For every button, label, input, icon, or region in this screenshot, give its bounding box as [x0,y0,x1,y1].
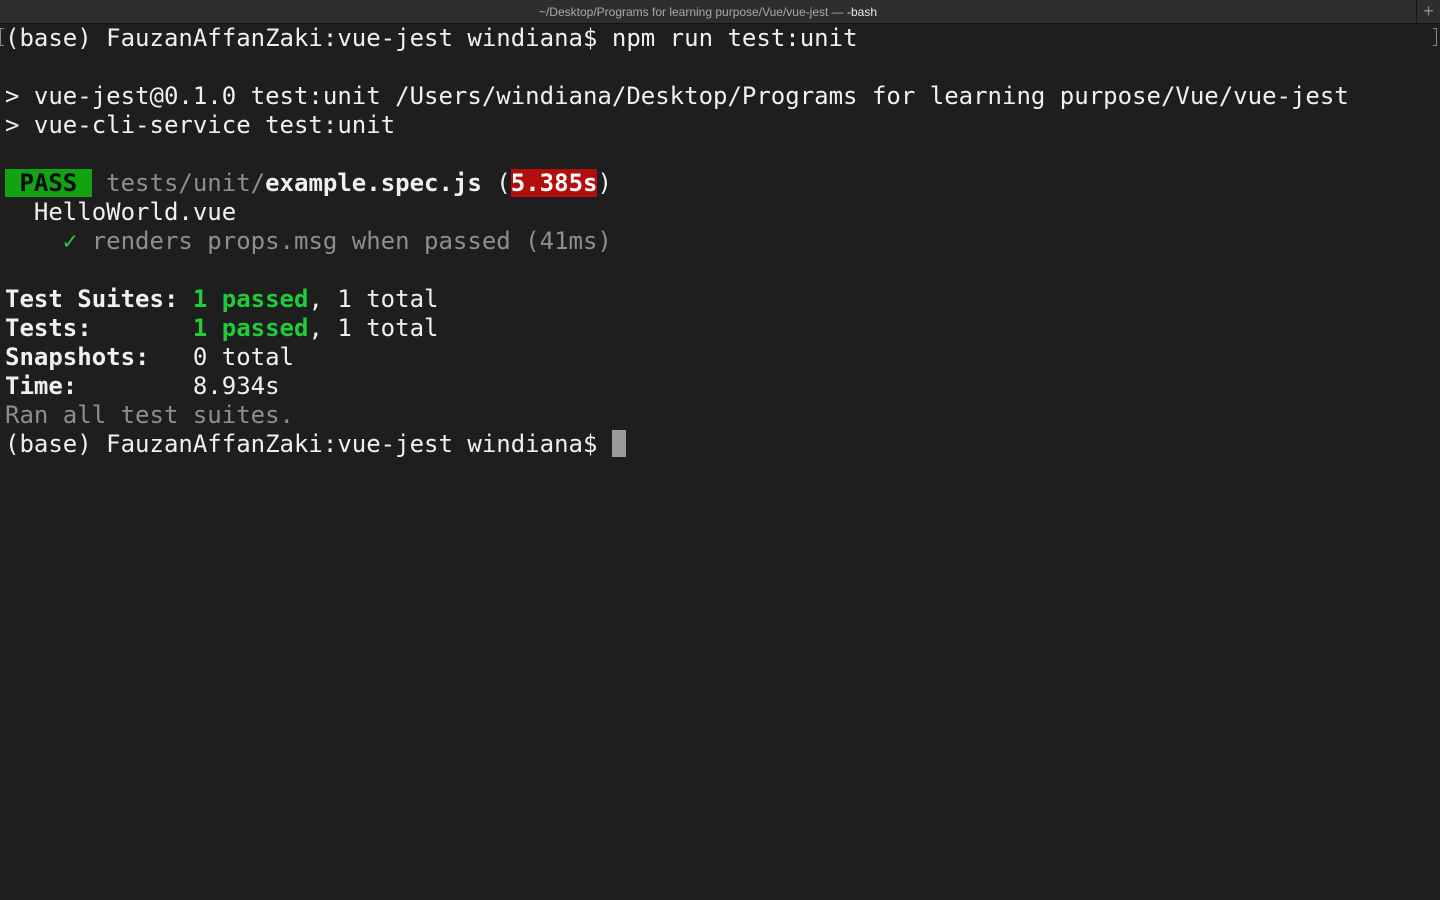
suite-name: HelloWorld.vue [5,198,237,226]
prompt: (base) FauzanAffanZaki:vue-jest windiana… [5,24,612,52]
summary-time-value: 8.934s [192,372,280,400]
test-case-text: renders props.msg when passed (41ms) [77,227,612,255]
summary-suites-total: , 1 total [308,285,439,313]
window-title-process: -bash [847,5,878,19]
summary-tests-total: , 1 total [308,314,439,342]
terminal-output[interactable]: (base) FauzanAffanZaki:vue-jest windiana… [0,24,1440,900]
check-icon: ✓ [62,227,78,255]
window-title: ~/Desktop/Programs for learning purpose/… [0,0,1416,24]
test-file-name: example.spec.js [265,169,482,197]
new-tab-button[interactable]: + [1416,0,1440,24]
summary-suites-label: Test Suites: [5,285,193,313]
summary-time-label: Time: [5,372,193,400]
summary-tests-label: Tests: [5,314,193,342]
test-file-dir: tests/unit/ [106,169,266,197]
summary-snapshots-value: 0 total [192,343,294,371]
text-cursor [611,430,626,457]
summary-suites-passed: 1 passed [192,285,309,313]
summary-time: Time: 8.934s [5,372,1440,401]
script-line-1: > vue-jest@0.1.0 test:unit /Users/windia… [5,82,1349,110]
summary-suites: Test Suites: 1 passed, 1 total [5,285,1440,314]
final-prompt: (base) FauzanAffanZaki:vue-jest windiana… [5,430,612,458]
command: npm run test:unit [611,24,858,52]
script-line-2: > vue-cli-service test:unit [5,111,396,139]
pass-badge: PASS [5,169,92,197]
test-result-line: PASS tests/unit/example.spec.js (5.385s) [5,169,612,197]
summary-snapshots-label: Snapshots: [5,343,193,371]
test-case-line: ✓ renders props.msg when passed (41ms) [5,227,1440,256]
window-title-path: ~/Desktop/Programs for learning purpose/… [538,5,847,19]
title-bar: ~/Desktop/Programs for learning purpose/… [0,0,1440,24]
final-prompt-line[interactable]: (base) FauzanAffanZaki:vue-jest windiana… [5,430,1440,459]
summary-tests: Tests: 1 passed, 1 total [5,314,1440,343]
summary-tests-passed: 1 passed [192,314,309,342]
test-duration: 5.385s [510,169,598,197]
command-line: (base) FauzanAffanZaki:vue-jest windiana… [5,24,1440,53]
summary-snapshots: Snapshots: 0 total [5,343,1440,372]
ran-all-line: Ran all test suites. [5,401,294,429]
